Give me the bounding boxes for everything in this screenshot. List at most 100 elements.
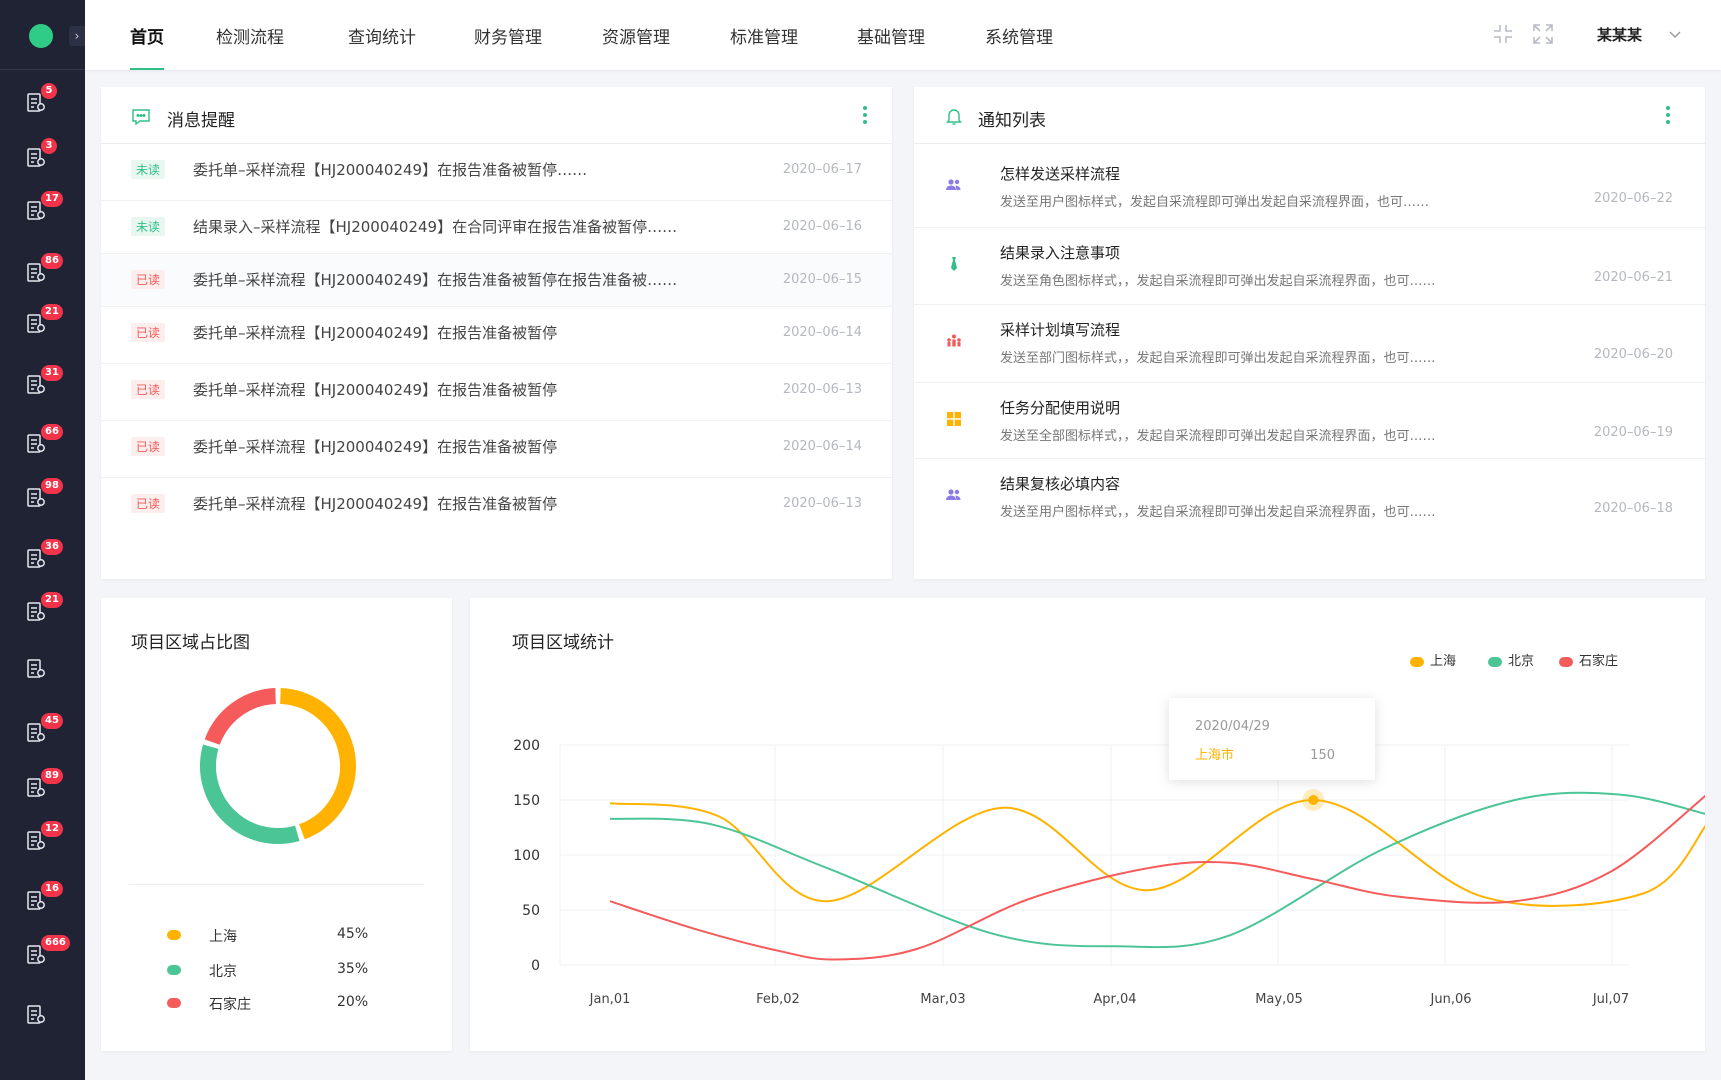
message-date: 2020–06–15	[782, 272, 862, 287]
sidebar-item-7[interactable]: 98	[0, 478, 85, 518]
message-row[interactable]: 已读 委托单–采样流程【HJ200040249】在报告准备被暂停 2020–06–1…	[101, 307, 892, 364]
sidebar-toggle-button[interactable]: ›	[69, 26, 85, 46]
message-text: 委托单–采样流程【HJ200040249】在报告准备被暂停……	[193, 161, 588, 179]
tooltip-date: 2020/04/29	[1195, 719, 1270, 734]
pie-legend-item: 上海 45%	[167, 926, 467, 946]
pie-legend-item: 北京 35%	[167, 961, 467, 981]
sidebar-item-9[interactable]: 21	[0, 592, 85, 632]
message-date: 2020–06–14	[782, 325, 862, 340]
notice-description: 发送至部门图标样式，，发起自采流程即可弹出发起自采流程界面，也可……	[1000, 351, 1436, 366]
bell-icon	[944, 106, 964, 126]
notice-row[interactable]: 任务分配使用说明发送至全部图标样式，，发起自采流程即可弹出发起自采流程界面，也可…	[914, 383, 1705, 459]
series-line-0[interactable]	[609, 798, 1705, 907]
sidebar-badge: 36	[41, 539, 63, 555]
notice-row[interactable]: 采样计划填写流程发送至部门图标样式，，发起自采流程即可弹出发起自采流程界面，也可…	[914, 305, 1705, 383]
sidebar-badge: 21	[41, 592, 63, 608]
message-icon	[131, 107, 151, 127]
message-date: 2020–06–14	[782, 439, 862, 454]
notice-date: 2020–06–18	[1593, 501, 1673, 516]
y-tick-label: 200	[513, 738, 540, 754]
line-chart: 200 150 100 50 0 Jan,01 Feb,02 Mar,03 Apr,04 May,…	[513, 698, 1705, 1007]
message-row[interactable]: 已读 委托单–采样流程【HJ200040249】在报告准备被暂停 2020–06–1…	[101, 421, 892, 478]
user-name[interactable]: 某某某	[1597, 24, 1642, 45]
sidebar-item-15[interactable]: 666	[0, 935, 85, 975]
nav-item-6[interactable]: 基础管理	[857, 23, 925, 70]
status-badge: 未读	[131, 217, 166, 236]
collapse-screen-icon[interactable]	[1491, 22, 1515, 46]
sidebar-item-12[interactable]: 89	[0, 768, 85, 808]
region-share-card: 项目区域占比图 上海 45% 北京 35% 石家庄 20%	[101, 598, 452, 1051]
sidebar-item-2[interactable]: 17	[0, 191, 85, 231]
sidebar-item-5[interactable]: 31	[0, 365, 85, 405]
legend-value: 35%	[337, 961, 369, 977]
legend-value: 20%	[337, 994, 369, 1010]
x-tick-label: Feb,02	[756, 992, 800, 1007]
message-row[interactable]: 已读 委托单–采样流程【HJ200040249】在报告准备被暂停 2020–06–1…	[101, 478, 892, 535]
message-text: 委托单–采样流程【HJ200040249】在报告准备被暂停	[193, 495, 558, 513]
sidebar-badge: 16	[41, 881, 63, 897]
sidebar-badge: 89	[41, 768, 63, 784]
nav-item-1[interactable]: 检测流程	[216, 23, 284, 70]
highlight-point[interactable]	[1308, 795, 1319, 805]
sidebar-item-11[interactable]: 45	[0, 713, 85, 753]
notice-row[interactable]: 怎样发送采样流程 发送至用户图标样式，发起自采流程即可弹出发起自采流程界面，也可……	[914, 149, 1705, 228]
message-text: 委托单–采样流程【HJ200040249】在报告准备被暂停	[193, 381, 558, 399]
message-row[interactable]: 未读 委托单–采样流程【HJ200040249】在报告准备被暂停…… 2020–06…	[101, 144, 892, 201]
sidebar-item-8[interactable]: 36	[0, 539, 85, 579]
more-icon[interactable]	[862, 105, 868, 125]
user-search-icon	[25, 1004, 47, 1026]
x-tick-label: Mar,03	[920, 992, 965, 1007]
chevron-down-icon[interactable]	[1667, 26, 1683, 42]
nav-item-3[interactable]: 财务管理	[474, 23, 542, 70]
notice-description: 发送至全部图标样式，，发起自采流程即可弹出发起自采流程界面，也可……	[1000, 429, 1436, 444]
notice-date: 2020–06–20	[1593, 347, 1673, 362]
sidebar-item-3[interactable]: 86	[0, 253, 85, 293]
message-row[interactable]: 已读 委托单–采样流程【HJ200040249】在报告准备被暂停 2020–06–1…	[101, 364, 892, 421]
donut-slice-北京[interactable]	[200, 744, 300, 844]
legend-label: 上海	[209, 929, 237, 945]
nav-item-0[interactable]: 首页	[130, 23, 164, 70]
sidebar-item-4[interactable]: 21	[0, 304, 85, 344]
tooltip-box	[1169, 698, 1375, 780]
notice-title: 任务分配使用说明	[1000, 399, 1121, 417]
nav-item-7[interactable]: 系统管理	[985, 23, 1053, 70]
divider	[129, 884, 424, 885]
notices-card: 通知列表 怎样发送采样流程 发送至用户图标样式，发起自采流程即可弹出发起自采流程界…	[914, 87, 1705, 579]
sidebar-item-1[interactable]: 3	[0, 138, 85, 178]
donut-chart	[200, 688, 356, 844]
sidebar-item-0[interactable]: 5	[0, 83, 85, 123]
notice-row[interactable]: 结果录入注意事项 发送至角色图标样式，，发起自采流程即可弹出发起自采流程界面，也可…	[914, 228, 1705, 305]
status-badge: 已读	[131, 380, 166, 399]
notice-title: 采样计划填写流程	[1000, 321, 1121, 339]
sidebar-item-14[interactable]: 16	[0, 881, 85, 921]
sidebar-item-16[interactable]	[0, 995, 85, 1035]
message-date: 2020–06–13	[782, 382, 862, 397]
notice-row[interactable]: 结果复核必填内容 发送至用户图标样式，，发起自采流程即可弹出发起自采流程界面，也可…	[914, 459, 1705, 535]
sidebar-item-10[interactable]	[0, 649, 85, 689]
department-icon	[944, 331, 964, 351]
fullscreen-icon[interactable]	[1531, 22, 1555, 46]
form-edit-icon	[25, 658, 47, 680]
sidebar-item-6[interactable]: 66	[0, 424, 85, 464]
donut-slice-石家庄[interactable]	[204, 688, 277, 746]
notice-description: 发送至用户图标样式，，发起自采流程即可弹出发起自采流程界面，也可……	[1000, 505, 1436, 520]
message-row[interactable]: 未读 结果录入–采样流程【HJ200040249】在合同评审在报告准备被暂停…… 2…	[101, 201, 892, 254]
donut-slice-上海[interactable]	[279, 688, 356, 840]
nav-item-5[interactable]: 标准管理	[730, 23, 798, 70]
nav-item-2[interactable]: 查询统计	[348, 23, 416, 70]
users-icon	[944, 485, 964, 505]
nav-item-4[interactable]: 资源管理	[602, 23, 670, 70]
region-share-title: 项目区域占比图	[131, 633, 250, 653]
message-row[interactable]: 已读 委托单–采样流程【HJ200040249】在报告准备被暂停在报告准备被…… 2…	[101, 254, 892, 307]
sidebar-badge: 21	[41, 304, 63, 320]
more-icon[interactable]	[1665, 105, 1671, 125]
notice-date: 2020–06–22	[1593, 191, 1673, 206]
notices-card-header: 通知列表	[914, 87, 1705, 144]
notice-title: 结果录入注意事项	[1000, 244, 1121, 262]
message-text: 结果录入–采样流程【HJ200040249】在合同评审在报告准备被暂停……	[193, 218, 678, 236]
series-line-2[interactable]	[609, 794, 1705, 961]
sidebar-item-13[interactable]: 12	[0, 821, 85, 861]
tie-icon	[944, 254, 964, 274]
message-text: 委托单–采样流程【HJ200040249】在报告准备被暂停	[193, 324, 558, 342]
message-text: 委托单–采样流程【HJ200040249】在报告准备被暂停	[193, 438, 558, 456]
